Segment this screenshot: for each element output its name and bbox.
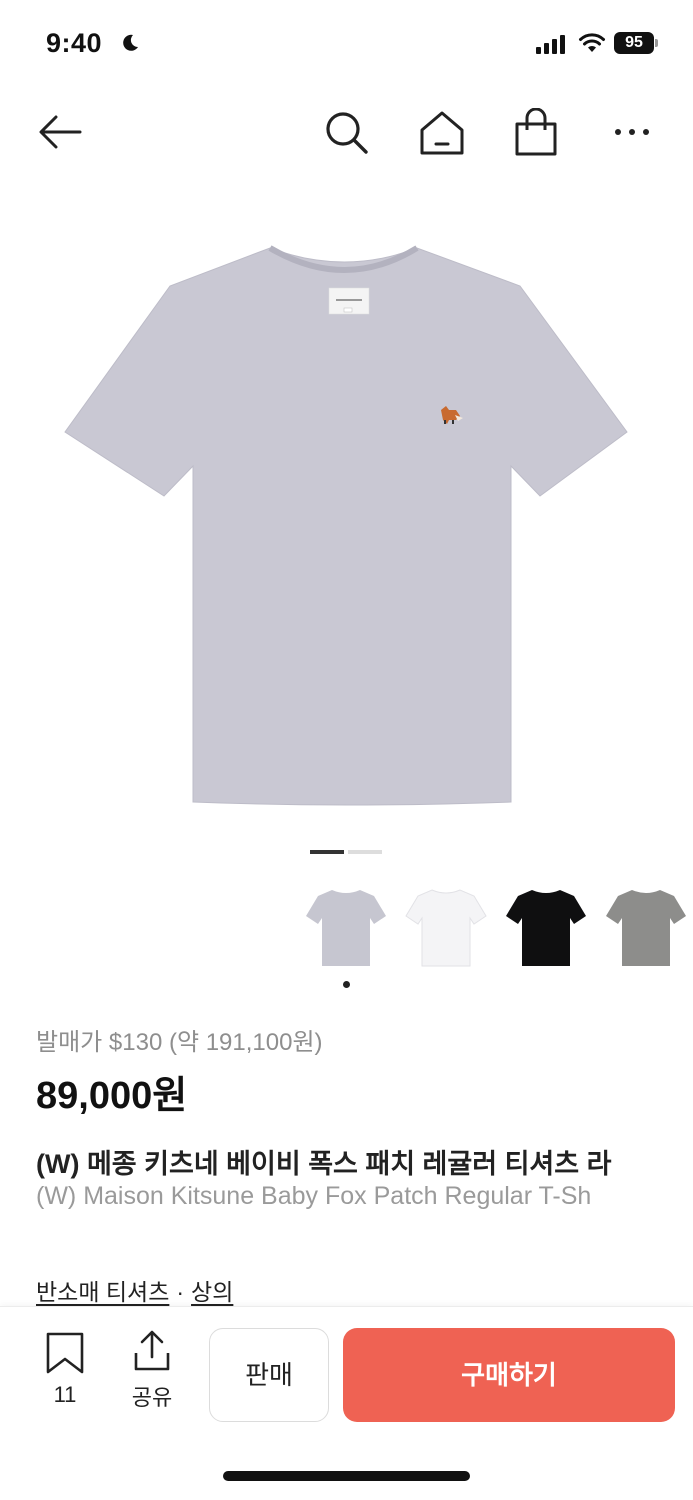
product-image[interactable] xyxy=(0,196,693,836)
wishlist-count: 11 xyxy=(53,1382,77,1407)
battery-icon: 95 xyxy=(614,32,658,54)
shopping-bag-icon[interactable] xyxy=(512,107,560,156)
sell-button[interactable]: 판매 xyxy=(209,1328,329,1422)
back-arrow-icon[interactable] xyxy=(36,108,84,156)
pager-segment-active xyxy=(310,850,344,854)
wishlist-button[interactable]: 11 xyxy=(38,1331,92,1408)
color-option-dark-gray[interactable] xyxy=(604,880,688,972)
image-pager xyxy=(310,850,384,854)
color-option-black[interactable] xyxy=(504,880,588,972)
share-icon xyxy=(134,1330,170,1371)
product-title-english: (W) Maison Kitsune Baby Fox Patch Regula… xyxy=(36,1182,592,1210)
title-fade xyxy=(633,1135,693,1225)
share-button[interactable]: 공유 xyxy=(124,1329,180,1412)
battery-level: 95 xyxy=(614,32,654,54)
status-bar: 9:40 95 xyxy=(0,0,693,90)
buy-button[interactable]: 구매하기 xyxy=(343,1328,675,1422)
signal-icon xyxy=(536,35,565,54)
category-breadcrumb: 반소매 티셔츠 · 상의 xyxy=(36,1273,233,1307)
bookmark-icon xyxy=(46,1332,84,1374)
price: 89,000원 xyxy=(36,1075,188,1117)
wifi-icon xyxy=(579,33,605,52)
home-indicator xyxy=(223,1471,470,1481)
more-icon[interactable] xyxy=(608,108,656,156)
pager-segment xyxy=(348,850,382,854)
selected-color-indicator xyxy=(343,981,350,988)
category-link-short-sleeve[interactable]: 반소매 티셔츠 xyxy=(36,1279,169,1305)
product-title-korean: (W) 메종 키츠네 베이비 폭스 패치 레귤러 티셔츠 라 xyxy=(36,1149,612,1179)
home-icon[interactable] xyxy=(418,108,466,156)
category-link-tops[interactable]: 상의 xyxy=(191,1279,233,1305)
moon-icon xyxy=(123,34,138,51)
search-icon[interactable] xyxy=(322,108,370,156)
release-price: 발매가 $130 (약 191,100원) xyxy=(36,1029,323,1056)
color-option-gray[interactable] xyxy=(304,880,388,972)
category-separator: · xyxy=(176,1279,185,1305)
color-option-white[interactable] xyxy=(404,880,488,972)
share-label: 공유 xyxy=(131,1385,173,1410)
top-nav xyxy=(0,100,693,164)
color-options xyxy=(0,880,693,980)
status-time: 9:40 xyxy=(46,28,103,58)
